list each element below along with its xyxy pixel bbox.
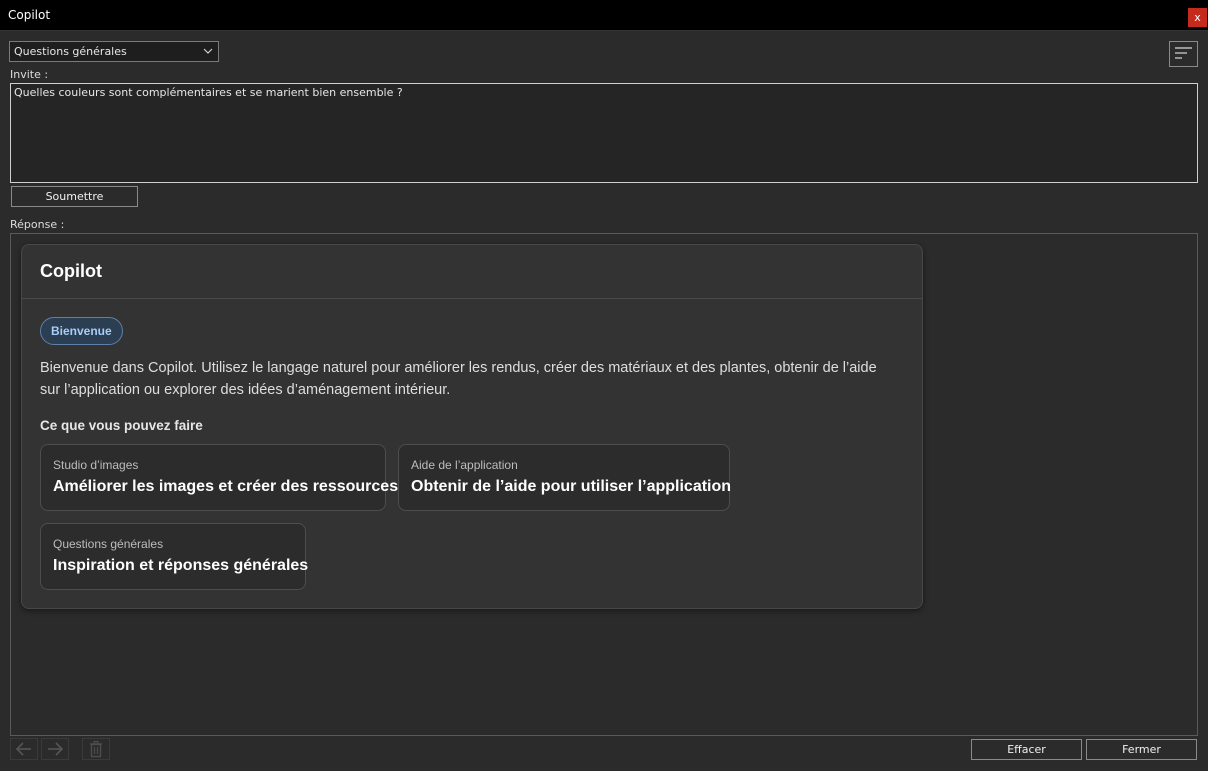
tile-heading: Améliorer les images et créer des ressou…: [53, 478, 399, 495]
title-bar: Copilot x: [0, 0, 1208, 31]
mode-dropdown[interactable]: Questions générales: [9, 41, 219, 62]
tile-image-studio[interactable]: Studio d’images Améliorer les images et …: [40, 444, 399, 511]
tile-heading: Obtenir de l’aide pour utiliser l’applic…: [411, 478, 732, 495]
tile-caption: Aide de l’application: [411, 458, 518, 472]
clear-button[interactable]: Effacer: [971, 739, 1082, 760]
tile-caption: Questions générales: [53, 537, 164, 551]
tile-app-help[interactable]: Aide de l’application Obtenir de l’aide …: [398, 444, 732, 511]
prompt-label: Invite :: [10, 68, 49, 81]
window-title: Copilot: [8, 8, 51, 22]
card-title: Copilot: [40, 261, 102, 281]
menu-lines-icon: [1175, 47, 1192, 59]
trash-icon: [90, 740, 102, 758]
delete-button[interactable]: [82, 738, 110, 760]
tile-general-questions[interactable]: Questions générales Inspiration et répon…: [40, 523, 309, 590]
back-button[interactable]: [10, 738, 38, 760]
mode-dropdown-value: Questions générales: [14, 45, 127, 58]
welcome-card: Copilot Bienvenue Bienvenue dans Copilot…: [21, 244, 923, 609]
close-window-button[interactable]: x: [1188, 8, 1207, 27]
forward-button[interactable]: [41, 738, 69, 760]
chevron-down-icon: [203, 48, 213, 54]
card-header: Copilot: [22, 245, 922, 299]
arrow-left-icon: [15, 742, 31, 756]
menu-button[interactable]: [1169, 41, 1198, 67]
submit-button[interactable]: Soumettre: [11, 186, 138, 207]
close-button[interactable]: Fermer: [1086, 739, 1197, 760]
intro-text: Bienvenue dans Copilot. Utilisez le lang…: [40, 360, 877, 398]
response-label: Réponse :: [10, 218, 65, 231]
tile-heading: Inspiration et réponses générales: [53, 557, 309, 574]
arrow-right-icon: [48, 742, 64, 756]
welcome-badge: Bienvenue: [40, 317, 123, 345]
capabilities-heading: Ce que vous pouvez faire: [40, 418, 203, 433]
prompt-input[interactable]: Quelles couleurs sont complémentaires et…: [10, 83, 1198, 183]
tile-caption: Studio d’images: [53, 458, 139, 472]
